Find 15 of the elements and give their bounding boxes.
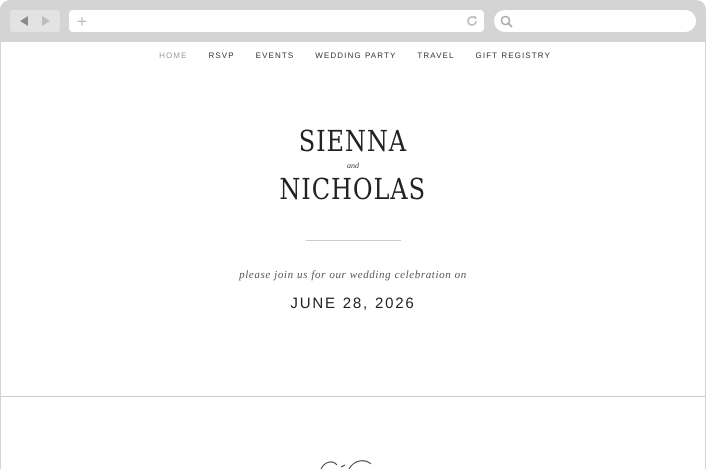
back-icon[interactable] — [19, 16, 29, 26]
nav-link[interactable]: WEDDING PARTY — [311, 51, 396, 71]
second-name: NICHOLAS — [280, 172, 426, 206]
forward-icon[interactable] — [41, 16, 51, 26]
invitation-text: please join us for our wedding celebration on — [239, 269, 467, 281]
reload-icon[interactable] — [466, 15, 478, 27]
nav-link[interactable]: EVENTS — [252, 51, 294, 71]
search-icon — [500, 14, 513, 28]
search-field[interactable] — [494, 10, 696, 32]
nav-link[interactable]: TRAVEL — [413, 51, 455, 71]
first-name: SIENNA — [298, 124, 408, 158]
nav-link[interactable]: RSVP — [204, 51, 235, 71]
joiner-text: and — [347, 160, 359, 172]
nav-link[interactable]: GIFT REGISTRY — [472, 51, 551, 71]
wedding-date: JUNE 28, 2026 — [290, 295, 416, 312]
